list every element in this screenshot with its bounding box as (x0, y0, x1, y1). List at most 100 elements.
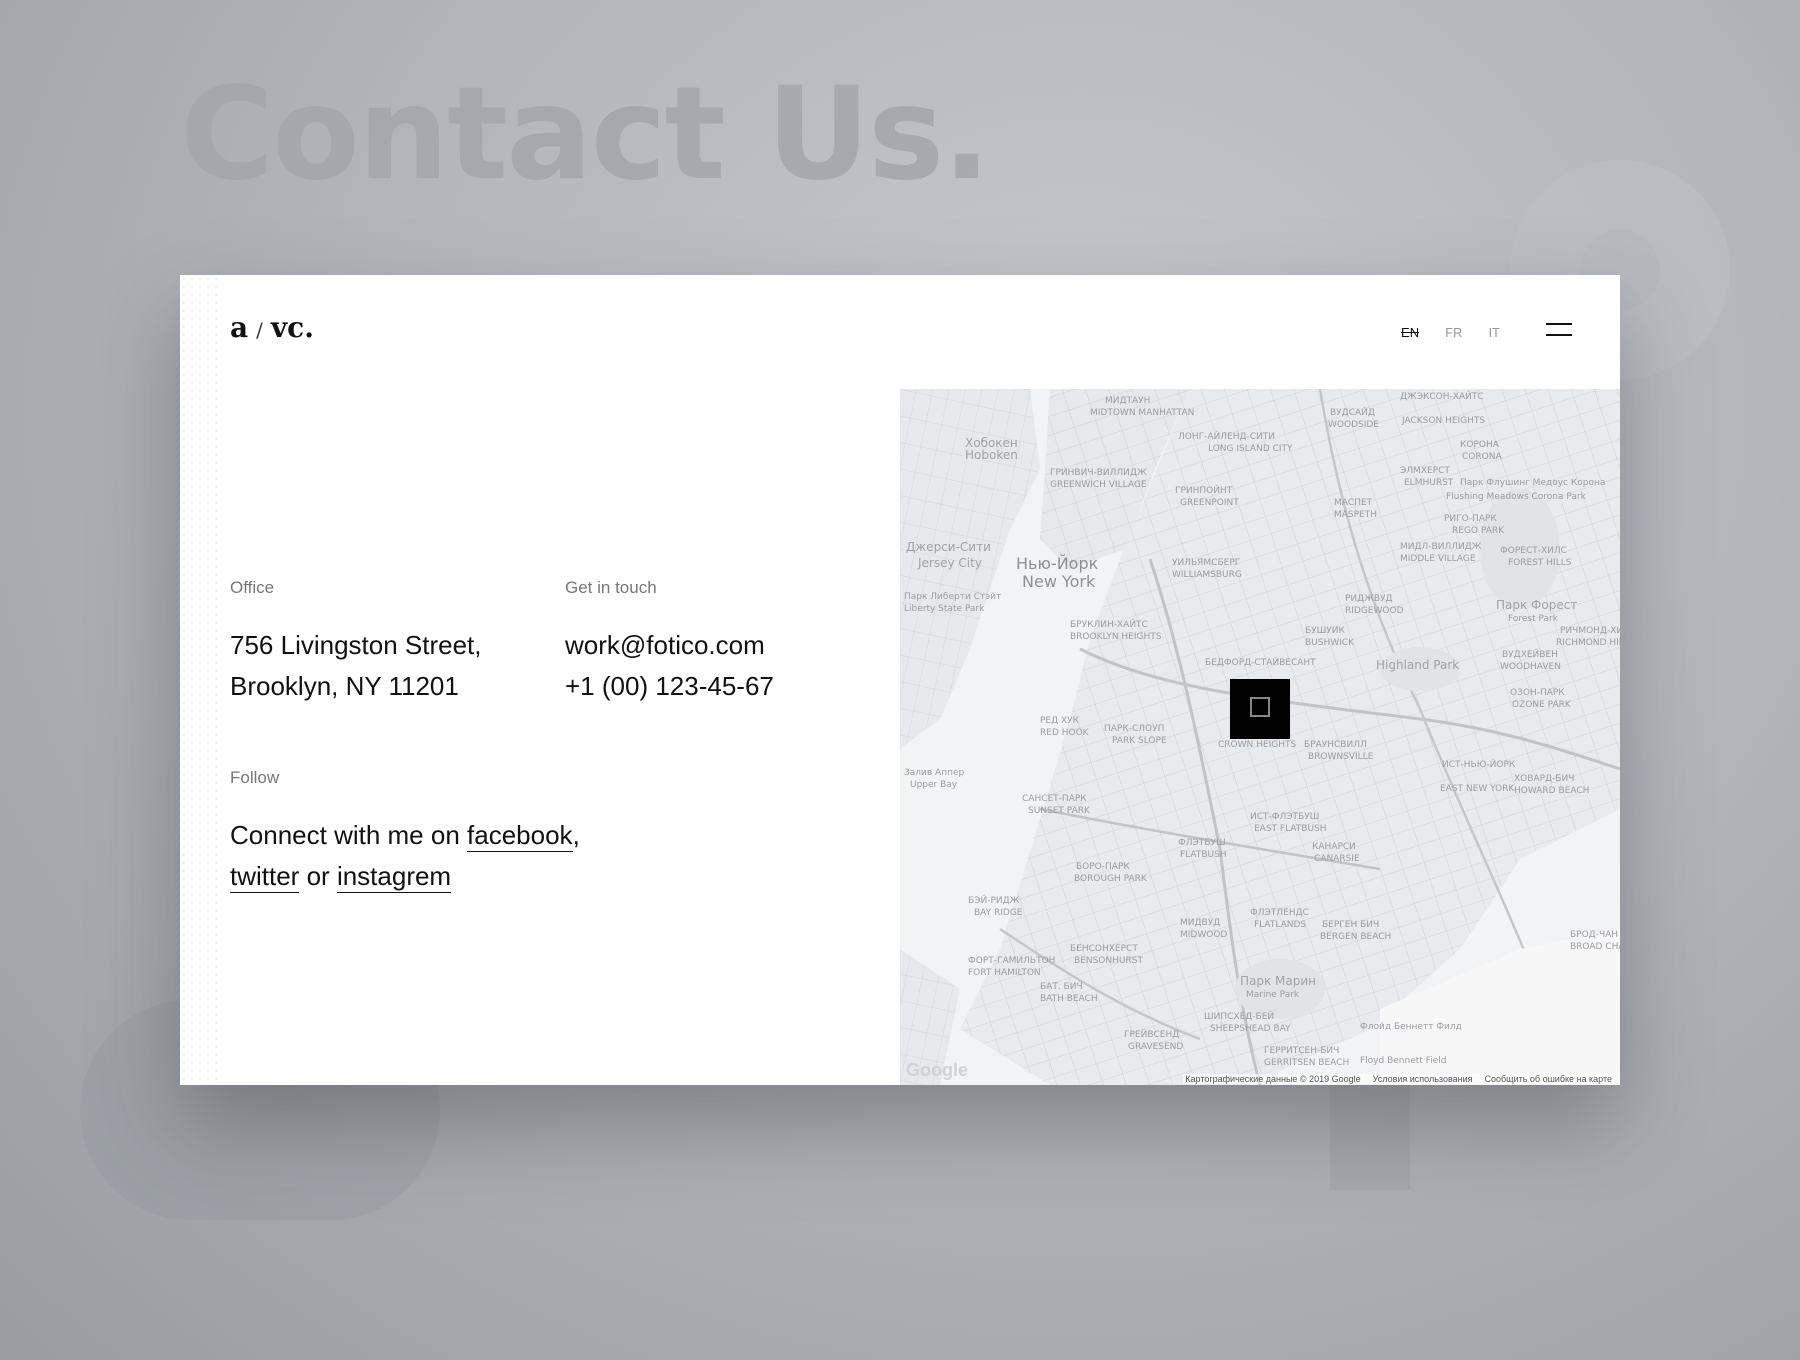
map-label: EAST NEW YORK (1440, 784, 1515, 794)
lang-en[interactable]: EN (1401, 325, 1419, 340)
map-label: WOODHAVEN (1500, 662, 1561, 672)
map-label: Парк Либерти Стэйт (904, 592, 1001, 602)
phone-link[interactable]: +1 (00) 123-45-67 (565, 666, 774, 707)
map-label: OZONE PARK (1512, 700, 1572, 710)
map-label: GRAVESEND (1128, 1042, 1183, 1052)
terms-of-use-link[interactable]: Условия использования (1373, 1074, 1473, 1084)
map-label: Джерси-Сити (906, 540, 991, 554)
map-label: Парк Флушинг Медоус Корона (1460, 478, 1605, 488)
map-label: MIDWOOD (1180, 930, 1227, 940)
map-label: ГРИНВИЧ-ВИЛЛИДЖ (1050, 468, 1147, 478)
map-label: Залив Аппер (904, 768, 965, 778)
instagram-link[interactable]: instagrem (336, 861, 452, 893)
map-label: MIDDLE VILLAGE (1400, 554, 1476, 564)
logo-initials: vc. (270, 311, 314, 344)
map-data-credit[interactable]: Картографические данные © 2019 Google (1185, 1074, 1360, 1084)
map-label: САНСЕТ-ПАРК (1022, 794, 1087, 804)
map-label: БУШУИК (1305, 626, 1345, 636)
map-label: Hoboken (965, 448, 1018, 462)
map-label: Marine Park (1246, 990, 1300, 1000)
email-link[interactable]: work@fotico.com (565, 625, 774, 666)
lang-it[interactable]: IT (1488, 325, 1500, 340)
map-label: Forest Park (1508, 614, 1559, 624)
logo-separator: / (256, 318, 263, 342)
contact-card: a / vc. EN FR IT Office 756 Livingston Str… (180, 275, 1620, 1085)
office-label: Office (230, 578, 275, 597)
report-error-link[interactable]: Сообщить об ошибке на карте (1485, 1074, 1612, 1084)
map-label: Парк Форест (1496, 598, 1577, 612)
map-label: ДЖЭКСОН-ХАЙТС (1400, 390, 1484, 402)
map-label: ФОРЕСТ-ХИЛС (1500, 546, 1567, 556)
map-label: SUNSET PARK (1028, 806, 1091, 816)
map-label: РИЧМОНД-ХИЛЛ (1560, 626, 1620, 636)
map-label: BROWNSVILLE (1308, 752, 1374, 762)
follow-label: Follow (230, 768, 280, 787)
park-marine (1235, 959, 1325, 1019)
map-label: BOROUGH PARK (1074, 874, 1148, 884)
map-label: FLATLANDS (1254, 920, 1306, 930)
map-label: УИЛЬЯМСБЕРГ (1172, 558, 1240, 568)
map-label: Floyd Bennett Field (1360, 1056, 1446, 1066)
map-label: Нью-Йорк (1016, 554, 1099, 573)
map-label: МИДЛ-ВИЛЛИДЖ (1400, 542, 1482, 552)
address-line-1: 756 Livingston Street, (230, 630, 482, 660)
location-marker[interactable] (1230, 679, 1290, 739)
map-label: БРАУНСВИЛЛ (1304, 740, 1367, 750)
map-label: LONG ISLAND CITY (1208, 444, 1293, 454)
map-label: ШИПСХЕД-БЕЙ (1204, 1010, 1274, 1022)
contact-label: Get in touch (565, 578, 657, 597)
map-label: WILLIAMSBURG (1172, 570, 1242, 580)
map-label: МИДВУД (1180, 918, 1220, 928)
follow-or: or (306, 861, 330, 891)
map-label: CROWN HEIGHTS (1218, 740, 1296, 750)
facebook-link[interactable]: facebook (467, 820, 573, 852)
map-label: БРУКЛИН-ХАЙТС (1070, 618, 1148, 630)
map-label: Флойд Беннетт Филд (1360, 1022, 1462, 1032)
language-switcher: EN FR IT (1401, 325, 1500, 340)
google-logo[interactable]: Google (906, 1060, 968, 1081)
map-label: ФЛЭТЛЕНДС (1250, 908, 1309, 918)
map-label: BUSHWICK (1305, 638, 1355, 648)
map-label: КОРОНА (1460, 440, 1500, 450)
map-label: Парк Марин (1240, 974, 1316, 988)
map-label: ГЕРРИТСЕН-БИЧ (1264, 1046, 1339, 1056)
map-label: FOREST HILLS (1508, 558, 1572, 568)
follow-prefix: Connect with me on (230, 820, 460, 850)
map-label: New York (1022, 572, 1096, 591)
lang-fr[interactable]: FR (1445, 325, 1462, 340)
follow-comma: , (572, 820, 580, 850)
hamburger-menu-icon[interactable] (1546, 323, 1572, 337)
map-attribution: Картографические данные © 2019 Google Ус… (1183, 1074, 1614, 1084)
map-label: BENSONHURST (1074, 956, 1143, 966)
map-label: ЭЛМХЕРСТ (1400, 466, 1450, 476)
map-label: ОЗОН-ПАРК (1510, 688, 1565, 698)
map-label: ЛОНГ-АЙЛЕНД-СИТИ (1178, 430, 1275, 442)
map-label: FLATBUSH (1180, 850, 1227, 860)
office-address: 756 Livingston Street, Brooklyn, NY 1120… (230, 625, 482, 707)
map-label: BERGEN BEACH (1320, 932, 1391, 942)
map-label: РЕД ХУК (1040, 716, 1080, 726)
map-label: ФОРТ-ГАМИЛЬТОН (968, 956, 1055, 966)
logo[interactable]: a / vc. (230, 311, 314, 344)
map-label: MIDTOWN MANHATTAN (1090, 408, 1194, 418)
map-label: ГРИНПОЙНТ (1175, 484, 1233, 496)
map-label: ELMHURST (1404, 478, 1454, 488)
map-label: БЕДФОРД-СТАЙВЕСАНТ (1205, 656, 1316, 668)
map-label: GREENPOINT (1180, 498, 1239, 508)
map-label: PARK SLOPE (1112, 736, 1167, 746)
map-label: ФЛЭТБУШ (1178, 838, 1226, 848)
map-label: BAY RIDGE (974, 908, 1023, 918)
map-label: МИДТАУН (1105, 396, 1150, 406)
map-label: РИДЖВУД (1345, 594, 1393, 604)
map-label: EAST FLATBUSH (1254, 824, 1327, 834)
twitter-link[interactable]: twitter (230, 861, 300, 893)
map-label: MASPETH (1334, 510, 1377, 520)
map-label: RICHMOND HILL (1556, 638, 1620, 648)
map-label: SHEEPSHEAD BAY (1210, 1024, 1291, 1034)
map-label: БОРО-ПАРК (1076, 862, 1130, 872)
map-label: REGO PARK (1452, 526, 1505, 536)
map[interactable]: МИДТАУН MIDTOWN MANHATTAN Хобокен Hoboke… (900, 389, 1620, 1085)
dot-pattern-decoration (180, 275, 222, 1085)
map-label: БРОД-ЧАН (1570, 930, 1618, 940)
map-label: BROAD CHA (1570, 942, 1620, 952)
